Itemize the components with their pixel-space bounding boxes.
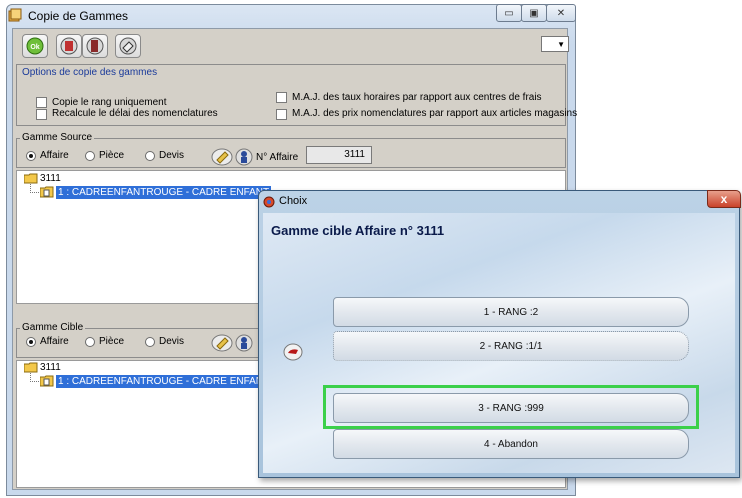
choice-4[interactable]: 4 - Abandon xyxy=(333,429,689,459)
ok-button[interactable]: Ok xyxy=(22,34,48,58)
label-source-affaire: Affaire xyxy=(40,150,69,161)
checkbox-copie-rang[interactable] xyxy=(36,97,47,108)
close-button[interactable]: ✕ xyxy=(546,4,576,22)
label-num-affaire: N° Affaire xyxy=(256,152,299,163)
choice-2[interactable]: 2 - RANG :1/1 xyxy=(333,331,689,361)
checkbox-maj-taux[interactable] xyxy=(276,92,287,103)
source-tree-root[interactable]: 3111 xyxy=(40,173,61,184)
radio-cible-devis[interactable] xyxy=(145,337,155,347)
folder-doc-icon xyxy=(40,186,54,198)
tree-connector xyxy=(30,373,39,382)
toolbar-dropdown[interactable]: ▼ xyxy=(541,36,569,52)
folder-icon xyxy=(24,362,38,373)
door-icon xyxy=(86,37,104,55)
options-title: Options de copie des gammes xyxy=(20,67,160,78)
label-maj-prix: M.A.J. des prix nomenclatures par rappor… xyxy=(292,108,578,119)
search-user-icon[interactable] xyxy=(235,334,253,352)
radio-cible-affaire[interactable] xyxy=(26,337,36,347)
window-title: Copie de Gammes xyxy=(28,9,129,23)
cible-tree-root[interactable]: 3111 xyxy=(40,362,61,373)
exit-icon xyxy=(60,37,78,55)
door-button[interactable] xyxy=(82,34,108,58)
label-cible-devis: Devis xyxy=(159,336,185,347)
dialog-client-area: Gamme cible Affaire n° 3111 1 - RANG :2 … xyxy=(263,213,735,473)
cible-tree-item[interactable]: 1 : CADREENFANTROUGE - CADRE ENFANT xyxy=(56,375,272,388)
app-icon xyxy=(263,196,275,208)
eraser-button[interactable] xyxy=(115,34,141,58)
label-maj-taux: M.A.J. des taux horaires par rapport aux… xyxy=(292,92,542,103)
dialog-heading: Gamme cible Affaire n° 3111 xyxy=(271,223,445,238)
label-copie-rang: Copie le rang uniquement xyxy=(52,97,167,108)
folder-doc-icon xyxy=(40,375,54,387)
pencil-icon[interactable] xyxy=(211,334,233,352)
radio-source-devis[interactable] xyxy=(145,151,155,161)
label-cible-affaire: Affaire xyxy=(40,336,69,347)
choice-pointer-icon xyxy=(283,343,303,361)
dialog-close-button[interactable]: x xyxy=(707,190,741,208)
choix-dialog: Choix x Gamme cible Affaire n° 3111 1 - … xyxy=(258,190,741,478)
search-user-icon[interactable] xyxy=(235,148,253,166)
label-recalcule-delai: Recalcule le délai des nomenclatures xyxy=(52,108,218,119)
exit-button[interactable] xyxy=(56,34,82,58)
label-source-devis: Devis xyxy=(159,150,185,161)
radio-source-affaire[interactable] xyxy=(26,151,36,161)
checkbox-maj-prix[interactable] xyxy=(276,109,287,120)
eraser-icon xyxy=(119,37,137,55)
ok-icon: Ok xyxy=(26,37,44,55)
cible-title: Gamme Cible xyxy=(20,322,86,333)
app-icon xyxy=(8,8,22,22)
selection-highlight xyxy=(323,385,699,429)
source-tree-item[interactable]: 1 : CADREENFANTROUGE - CADRE ENFANT xyxy=(56,186,272,199)
radio-source-piece[interactable] xyxy=(85,151,95,161)
pencil-icon[interactable] xyxy=(211,148,233,166)
tree-connector xyxy=(30,184,39,193)
folder-icon xyxy=(24,173,38,184)
source-title: Gamme Source xyxy=(20,132,95,143)
svg-text:Ok: Ok xyxy=(30,44,39,51)
checkbox-recalcule-delai[interactable] xyxy=(36,109,47,120)
minimize-button[interactable]: ▭ xyxy=(496,4,522,22)
radio-cible-piece[interactable] xyxy=(85,337,95,347)
choice-1[interactable]: 1 - RANG :2 xyxy=(333,297,689,327)
label-cible-piece: Pièce xyxy=(99,336,125,347)
chevron-down-icon: ▼ xyxy=(557,40,565,49)
label-source-piece: Pièce xyxy=(99,150,125,161)
maximize-button[interactable]: ▣ xyxy=(521,4,547,22)
affaire-number-input[interactable]: 3111 xyxy=(306,146,372,164)
dialog-title: Choix xyxy=(279,195,308,207)
